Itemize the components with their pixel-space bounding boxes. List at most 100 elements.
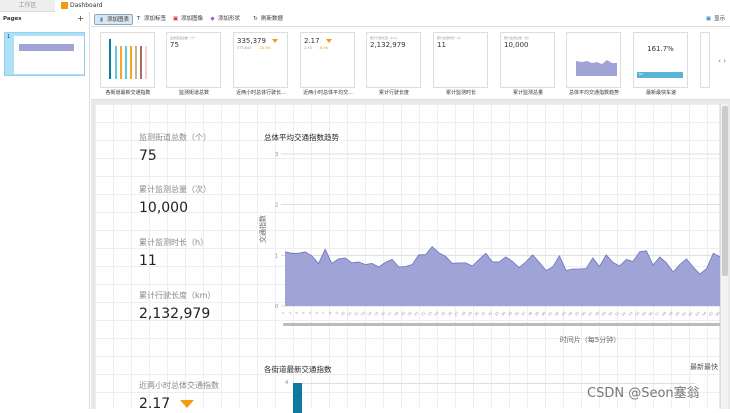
bar-ytick: 4 bbox=[285, 380, 288, 386]
thumb-value: 2,132,979 bbox=[367, 40, 420, 50]
add-chart-button[interactable]: ▮添加图表 bbox=[94, 14, 133, 25]
speed-chart-title: 最新最快 bbox=[690, 362, 718, 372]
add-shape-button[interactable]: ◆添加形状 bbox=[206, 14, 243, 25]
area-chart: 0123123456789101112131415161718192021222… bbox=[255, 144, 725, 354]
x-tick-label: 41 bbox=[547, 311, 553, 317]
refresh-button[interactable]: ↻刷新数据 bbox=[249, 14, 286, 25]
kpi-label: 近两小时总体交通指数 bbox=[139, 380, 219, 391]
thumb-bar-chart[interactable] bbox=[100, 32, 155, 88]
down-arrow-icon bbox=[272, 39, 278, 43]
thumb-total-hours[interactable]: 累计监测时长（h）11 bbox=[433, 32, 488, 88]
thumb-partial[interactable] bbox=[700, 32, 710, 88]
tab-label: Dashboard bbox=[70, 2, 103, 9]
x-tick-label: 43 bbox=[561, 311, 567, 317]
page-preview-chart bbox=[19, 39, 74, 51]
thumb-street-count[interactable]: 监测街道总数（个）75 bbox=[166, 32, 221, 88]
vertical-scrollbar[interactable] bbox=[720, 104, 728, 409]
horizontal-scrollbar bbox=[283, 323, 723, 326]
x-tick-label: 5 bbox=[308, 311, 312, 315]
kpi-total-hours[interactable]: 累计监测时长（h）11 bbox=[139, 237, 208, 269]
x-tick-label: 59 bbox=[668, 311, 674, 317]
thumb-value: 2.17 bbox=[304, 37, 320, 45]
add-image-label: 添加图像 bbox=[181, 16, 203, 22]
image-icon: ▣ bbox=[172, 14, 179, 25]
thumb-area-chart[interactable] bbox=[566, 32, 621, 88]
thumb-value: 10,000 bbox=[501, 40, 554, 50]
strip-nav: ‹ › bbox=[718, 57, 726, 65]
add-image-button[interactable]: ▣添加图像 bbox=[169, 14, 206, 25]
thumb-label: 近两小时总体平均交... bbox=[293, 89, 363, 96]
thumb-label: 累计行驶长度 bbox=[359, 89, 429, 96]
thumb-label: 最新最快车速 bbox=[626, 89, 696, 96]
x-tick-label: 33 bbox=[494, 311, 500, 317]
x-tick-label: 18 bbox=[393, 311, 399, 317]
y-tick-label: 1 bbox=[275, 253, 278, 259]
thumb-distance-2h[interactable]: 335,379375,843 -10.5% bbox=[233, 32, 288, 88]
area-chart-title: 总体平均交通指数趋势 bbox=[264, 132, 339, 143]
x-tick-label: 44 bbox=[567, 310, 574, 317]
x-tick-label: 22 bbox=[420, 311, 426, 317]
x-tick-label: 26 bbox=[447, 311, 453, 317]
add-label-button[interactable]: T添加标签 bbox=[132, 14, 169, 25]
thumb-change: -8.66 bbox=[319, 46, 328, 50]
thumb-index-2h[interactable]: 2.172.35 -8.66 bbox=[300, 32, 355, 88]
kpi-value: 2.17 bbox=[139, 396, 170, 412]
kpi-index-2h[interactable]: 近两小时总体交通指数 2.17 bbox=[139, 380, 219, 412]
refresh-label: 刷新数据 bbox=[261, 16, 283, 22]
dashboard-icon bbox=[61, 2, 68, 9]
add-page-button[interactable]: + bbox=[77, 14, 84, 23]
x-tick-label: 42 bbox=[554, 311, 560, 317]
x-tick-label: 38 bbox=[527, 311, 533, 317]
dashboard-canvas: 监测街道总数（个）75 累计监测总量（次）10,000 累计监测时长（h）11 … bbox=[95, 104, 719, 409]
x-tick-label: 17 bbox=[387, 311, 393, 317]
thumb-value: 335,379 bbox=[237, 37, 266, 45]
x-tick-label: 46 bbox=[581, 311, 587, 317]
add-shape-label: 添加形状 bbox=[218, 16, 240, 22]
thumb-small-label: 累计行驶长度（km） bbox=[367, 33, 420, 40]
kpi-label: 累计行驶长度（km） bbox=[139, 290, 215, 301]
x-tick-label: 65 bbox=[708, 311, 714, 317]
thumb-small-label: 监测街道总数（个） bbox=[167, 33, 220, 40]
kpi-value: 75 bbox=[139, 148, 211, 164]
tab-dashboard[interactable]: Dashboard bbox=[55, 0, 165, 12]
x-tick-label: 28 bbox=[460, 311, 466, 317]
display-button[interactable]: ▣显示 bbox=[702, 14, 728, 25]
x-tick-label: 32 bbox=[487, 311, 493, 317]
add-label-label: 添加标签 bbox=[144, 16, 166, 22]
thumb-small-label: 累计监测时长（h） bbox=[434, 33, 487, 40]
x-tick-label: 51 bbox=[614, 311, 620, 317]
kpi-total-count[interactable]: 累计监测总量（次）10,000 bbox=[139, 184, 211, 216]
down-arrow-icon bbox=[180, 400, 194, 408]
kpi-street-count[interactable]: 监测街道总数（个） 75 bbox=[139, 132, 211, 164]
x-tick-label: 35 bbox=[507, 311, 513, 317]
x-tick-label: 25 bbox=[440, 311, 446, 317]
display-label: 显示 bbox=[714, 16, 725, 22]
x-axis-label: 时间片（每5分钟） bbox=[560, 335, 620, 344]
tab-bar: 工作区 Dashboard bbox=[0, 0, 730, 12]
tab-workspace[interactable]: 工作区 bbox=[0, 0, 55, 12]
kpi-label: 累计监测总量（次） bbox=[139, 184, 211, 195]
chevron-right-icon[interactable]: › bbox=[723, 57, 726, 65]
y-axis-label: 交通指数 bbox=[258, 215, 267, 243]
thumb-total-distance[interactable]: 累计行驶长度（km）2,132,979 bbox=[366, 32, 421, 88]
x-tick-label: 61 bbox=[681, 311, 687, 317]
thumb-value: 11 bbox=[434, 40, 487, 50]
x-tick-label: 57 bbox=[654, 311, 660, 317]
x-tick-label: 34 bbox=[501, 310, 508, 317]
scrollbar-thumb[interactable] bbox=[722, 106, 728, 276]
x-tick-label: 60 bbox=[675, 311, 681, 317]
thumb-label: 累计监测时长 bbox=[426, 89, 496, 96]
x-tick-label: 52 bbox=[621, 311, 627, 317]
chevron-left-icon[interactable]: ‹ bbox=[718, 57, 721, 65]
x-tick-label: 14 bbox=[367, 310, 374, 317]
x-tick-label: 8 bbox=[328, 311, 332, 315]
thumb-total-count[interactable]: 累计监测总量（次）10,000 bbox=[500, 32, 555, 88]
thumb-change: -10.5% bbox=[259, 46, 271, 50]
kpi-total-distance[interactable]: 累计行驶长度（km）2,132,979 bbox=[139, 290, 215, 322]
thumb-fastest-speed[interactable]: 161.7% 60 bbox=[633, 32, 688, 88]
kpi-label: 监测街道总数（个） bbox=[139, 132, 211, 143]
x-tick-label: 58 bbox=[661, 311, 667, 317]
page-thumbnail[interactable]: 1 bbox=[4, 32, 85, 76]
x-tick-label: 31 bbox=[480, 311, 486, 317]
thumb-small-label: 累计监测总量（次） bbox=[501, 33, 554, 40]
